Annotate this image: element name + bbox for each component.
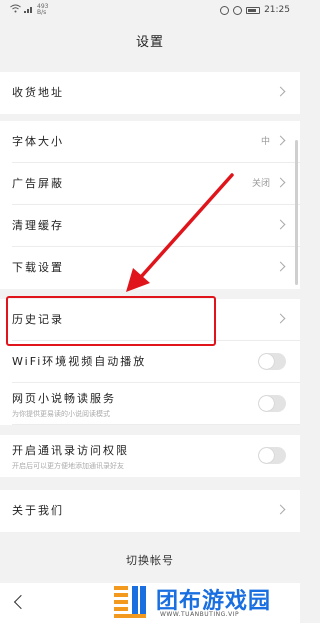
settings-row-novel-service: 网页小说畅读服务 为你提供更易读的小说阅读模式 (0, 383, 300, 425)
row-sublabel: 为你提供更易读的小说阅读模式 (12, 410, 110, 418)
row-label: 广告屏蔽 (12, 177, 64, 190)
status-left: 493 B/s (10, 4, 48, 16)
settings-row-ad-block[interactable]: 广告屏蔽 关闭 (0, 163, 300, 205)
back-arrow-icon[interactable] (13, 594, 29, 610)
settings-row-wifi-autoplay: WiFi环境视频自动播放 (0, 341, 300, 383)
row-label: 清理缓存 (12, 219, 64, 232)
status-right: 21:25 (220, 5, 290, 15)
annotation-highlight-box (6, 296, 216, 346)
settings-row-contacts-access: 开启通讯录访问权限 开启后可以更方便地添加通讯录好友 (0, 435, 300, 477)
row-label: 网页小说畅读服务 (12, 392, 116, 405)
signal-icon (24, 5, 34, 16)
chevron-right-icon (275, 86, 286, 97)
chevron-right-icon (275, 219, 286, 230)
wifi-icon (10, 4, 21, 16)
watermark-url: WWW.TUANBUTING.VIP (160, 611, 240, 618)
row-label: 关于我们 (12, 504, 64, 517)
contacts-access-toggle[interactable] (258, 447, 286, 464)
net-speed: 493 B/s (37, 4, 48, 16)
settings-row-address[interactable]: 收货地址 (0, 72, 300, 114)
font-size-value: 中 (260, 137, 270, 147)
settings-row-download[interactable]: 下载设置 (0, 247, 300, 289)
chevron-right-icon (275, 504, 286, 515)
scrollbar[interactable] (295, 140, 298, 285)
row-label: 下载设置 (12, 261, 64, 274)
settings-row-about[interactable]: 关于我们 (0, 490, 300, 532)
mute-icon (233, 5, 243, 15)
chevron-right-icon (275, 177, 286, 188)
chevron-right-icon (275, 261, 286, 272)
net-speed-unit: B/s (37, 9, 47, 16)
watermark-logo-icon (114, 586, 146, 618)
page-title: 设置 (135, 35, 164, 50)
settings-row-font-size[interactable]: 字体大小 中 (0, 121, 300, 163)
status-time: 21:25 (264, 5, 290, 15)
row-sublabel: 开启后可以更方便地添加通讯录好友 (12, 462, 124, 470)
alarm-icon (220, 5, 230, 15)
chevron-right-icon (275, 135, 286, 146)
row-label: WiFi环境视频自动播放 (12, 355, 147, 368)
novel-service-toggle[interactable] (258, 395, 286, 412)
divider (12, 424, 300, 425)
row-label: 字体大小 (12, 135, 64, 148)
battery-icon (246, 6, 261, 14)
row-label: 收货地址 (12, 86, 64, 99)
title-bar: 设置 (0, 24, 300, 64)
wifi-autoplay-toggle[interactable] (258, 353, 286, 370)
ad-block-value: 关闭 (251, 179, 270, 189)
chevron-right-icon (275, 313, 286, 324)
row-label: 开启通讯录访问权限 (12, 444, 129, 457)
watermark: 团布游戏园 WWW.TUANBUTING.VIP (112, 580, 300, 623)
switch-account-button[interactable]: 切换帐号 (0, 541, 300, 581)
status-bar: 493 B/s 21:25 (0, 0, 300, 24)
settings-row-clear-cache[interactable]: 清理缓存 (0, 205, 300, 247)
